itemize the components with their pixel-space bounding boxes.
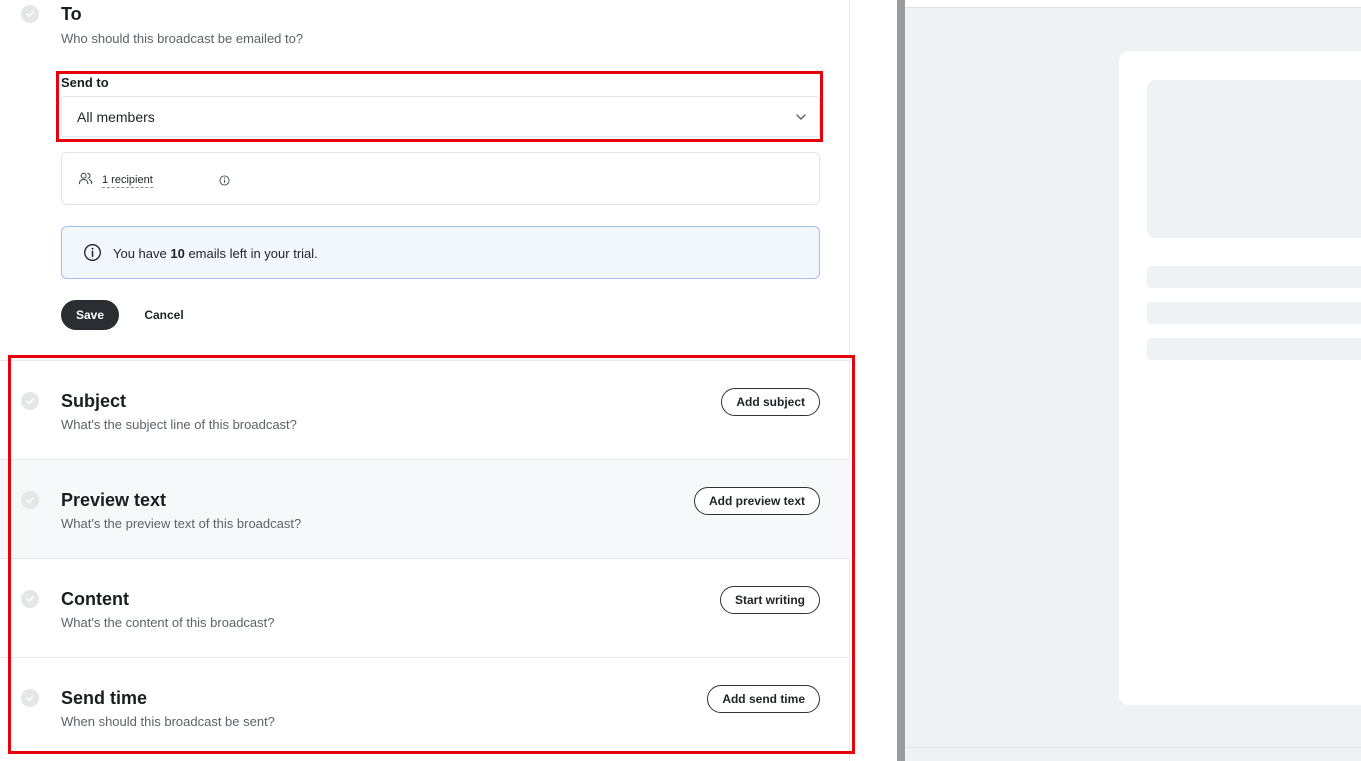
broadcast-setup-panel: To Who should this broadcast be emailed … [0,0,850,761]
info-circle-icon [84,244,101,261]
preview-bottom-bar [905,747,1361,761]
panel-resize-handle[interactable] [897,0,905,761]
content-section-description: What's the content of this broadcast? [61,615,275,630]
check-circle-icon [21,689,39,707]
trial-notice: You have 10 emails left in your trial. [61,226,820,279]
check-circle-icon [21,392,39,410]
preview-text-section-title: Preview text [61,490,167,510]
check-circle-icon [21,5,39,23]
preview-line-placeholder [1147,338,1361,360]
to-section-title: To [61,4,82,24]
subject-section: Subject What's the subject line of this … [0,360,850,459]
preview-text-section: Preview text What's the preview text of … [0,459,850,558]
users-icon [78,172,93,185]
add-send-time-button[interactable]: Add send time [707,685,820,713]
trial-notice-text: You have 10 emails left in your trial. [113,246,318,261]
send-time-section-description: When should this broadcast be sent? [61,714,275,729]
check-circle-icon [21,590,39,608]
subject-section-title: Subject [61,391,127,411]
preview-line-placeholder [1147,302,1361,324]
send-to-label: Send to [61,75,109,90]
to-section-description: Who should this broadcast be emailed to? [61,31,304,46]
recipient-summary: 1 recipient [61,152,820,205]
content-section-title: Content [61,589,129,609]
add-subject-button[interactable]: Add subject [721,388,820,416]
subject-section-description: What's the subject line of this broadcas… [61,417,297,432]
preview-line-placeholder [1147,266,1361,288]
recipient-count-link[interactable]: 1 recipient [102,174,153,188]
check-circle-icon [21,491,39,509]
start-writing-button[interactable]: Start writing [719,586,820,614]
preview-text-section-description: What's the preview text of this broadcas… [61,516,302,531]
send-time-section: Send time When should this broadcast be … [0,657,850,756]
info-icon[interactable] [219,175,230,186]
cancel-button[interactable]: Cancel [136,300,192,330]
preview-top-bar [905,0,1361,8]
content-section: Content What's the content of this broad… [0,558,850,657]
send-to-select[interactable]: All members [61,96,820,137]
send-to-selected-value: All members [77,108,155,125]
chevron-down-icon [796,114,806,120]
preview-image-placeholder [1147,80,1361,238]
send-time-section-title: Send time [61,688,148,708]
add-preview-text-button[interactable]: Add preview text [693,487,820,515]
save-button[interactable]: Save [61,300,119,330]
trial-email-count: 10 [170,246,185,261]
